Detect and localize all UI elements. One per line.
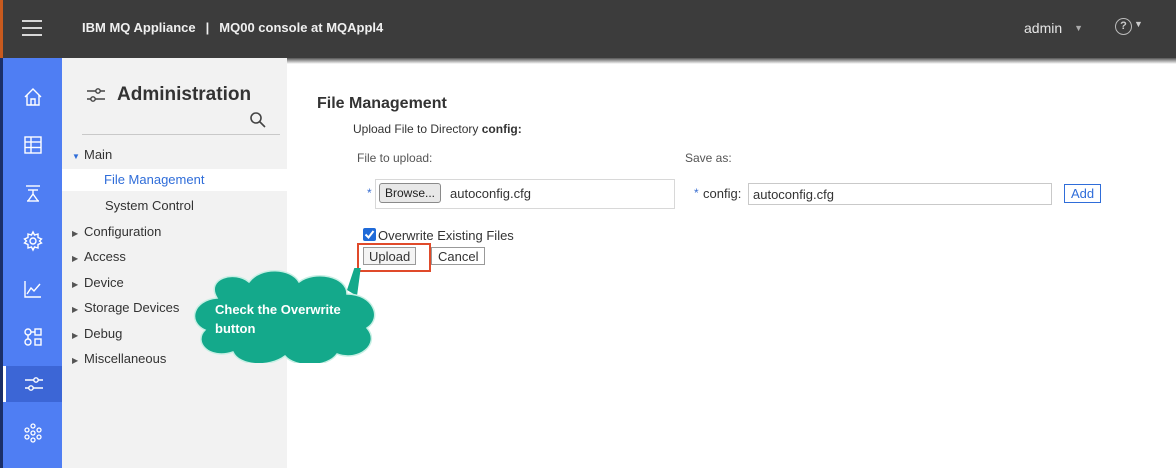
search-icon[interactable] [249, 111, 267, 129]
network-icon[interactable] [22, 326, 44, 348]
save-as-input[interactable] [748, 183, 1052, 205]
sidebar-divider [82, 134, 280, 135]
tree-item-label: Access [84, 249, 126, 264]
app-title: IBM MQ Appliance | MQ00 console at MQAppl4 [82, 20, 383, 35]
user-name: admin [1024, 20, 1063, 36]
tree-item-label: Debug [84, 326, 123, 341]
tree-item-configuration[interactable]: ▶ Configuration [72, 224, 161, 239]
required-marker: * [694, 186, 699, 200]
tree-item-file-management[interactable]: File Management [62, 169, 287, 191]
upload-button[interactable]: Upload [363, 247, 417, 265]
chevron-down-icon: ▼ [1134, 19, 1143, 29]
tree-item-label: Device [84, 275, 124, 290]
caret-down-icon: ▼ [72, 152, 80, 161]
active-indicator [3, 366, 6, 402]
left-nav-edge [0, 58, 3, 468]
table-icon[interactable] [22, 134, 44, 156]
left-nav [0, 58, 62, 468]
caret-right-icon: ▶ [72, 280, 79, 289]
hamburger-menu-icon[interactable] [22, 20, 42, 36]
callout-text: Check the Overwrite button [215, 302, 341, 336]
cluster-icon[interactable] [22, 422, 44, 444]
checkmark-icon [364, 230, 375, 240]
tree-item-label: File Management [104, 172, 205, 187]
upload-prefix: Upload File to Directory [353, 122, 479, 136]
help-menu[interactable]: ? ▼ [1115, 18, 1143, 35]
chevron-down-icon: ▼ [1074, 23, 1084, 33]
home-icon[interactable] [22, 86, 44, 108]
required-marker: * [367, 186, 372, 200]
queue-manager-icon[interactable] [22, 182, 44, 204]
caret-right-icon: ▶ [72, 356, 79, 365]
tree-item-system-control[interactable]: System Control [105, 198, 194, 213]
caret-right-icon: ▶ [72, 305, 79, 314]
directory-name: config: [481, 122, 522, 136]
tree-item-main[interactable]: ▼ Main [72, 147, 112, 162]
add-button[interactable]: Add [1064, 184, 1102, 203]
console-name: MQ00 console at MQAppl4 [219, 20, 384, 35]
tree-item-debug[interactable]: ▶ Debug [72, 326, 122, 341]
gear-icon[interactable] [22, 230, 44, 252]
top-bar-accent [0, 0, 3, 58]
save-as-label: Save as: [685, 151, 732, 165]
tree-item-device[interactable]: ▶ Device [72, 275, 124, 290]
sliders-icon [87, 88, 105, 102]
top-bar: IBM MQ Appliance | MQ00 console at MQAppl4… [0, 0, 1176, 58]
sliders-icon[interactable] [3, 366, 62, 402]
tree-item-label: Main [84, 147, 113, 162]
caret-right-icon: ▶ [72, 254, 79, 263]
overwrite-label: Overwrite Existing Files [378, 228, 514, 243]
tree-item-label: Miscellaneous [84, 351, 167, 366]
config-label: config: [703, 186, 742, 201]
tree-item-label: Configuration [84, 224, 162, 239]
caret-right-icon: ▶ [72, 331, 79, 340]
tree-item-label: Storage Devices [84, 300, 180, 315]
tree-item-label: System Control [105, 198, 194, 213]
sidebar-title: Administration [117, 84, 252, 105]
overwrite-checkbox[interactable] [363, 228, 376, 241]
title-separator: | [205, 20, 210, 35]
tree-item-miscellaneous[interactable]: ▶ Miscellaneous [72, 351, 166, 366]
help-icon: ? [1115, 18, 1132, 35]
selected-file-name: autoconfig.cfg [450, 186, 531, 201]
product-name: IBM MQ Appliance [82, 20, 196, 35]
browse-button[interactable]: Browse... [379, 183, 442, 203]
caret-right-icon: ▶ [72, 229, 79, 238]
user-menu[interactable]: admin ▼ [1024, 20, 1083, 36]
page-title: File Management [317, 95, 447, 112]
tree-item-storage-devices[interactable]: ▶ Storage Devices [72, 300, 179, 315]
upload-directory-text: Upload File to Directory config: [353, 122, 522, 136]
cancel-button[interactable]: Cancel [431, 247, 486, 265]
tree-item-access[interactable]: ▶ Access [72, 249, 126, 264]
chart-icon[interactable] [22, 278, 44, 300]
file-to-upload-label: File to upload: [357, 151, 433, 165]
